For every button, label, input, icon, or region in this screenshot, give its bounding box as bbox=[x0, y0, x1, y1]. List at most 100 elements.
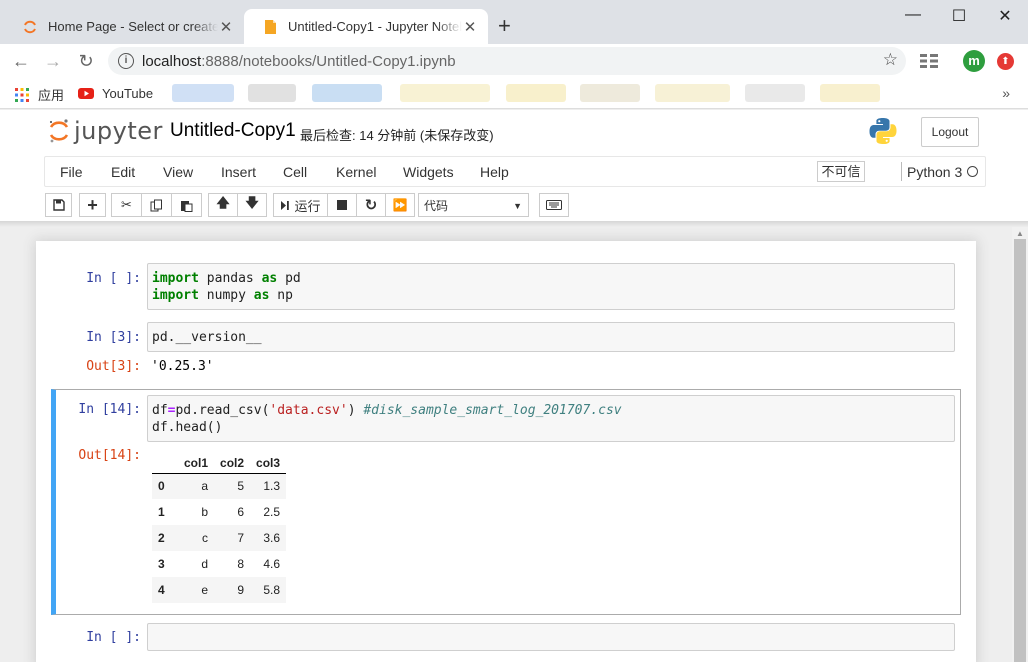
forward-icon[interactable]: → bbox=[42, 50, 64, 72]
arrow-up-icon: 🡅 bbox=[216, 195, 230, 210]
menu-edit[interactable]: Edit bbox=[111, 164, 135, 180]
code-input[interactable]: import pandas as pd import numpy as np bbox=[147, 263, 955, 310]
menu-view[interactable]: View bbox=[163, 164, 193, 180]
scroll-up-icon[interactable]: ▲ bbox=[1016, 229, 1024, 238]
blurred-bookmark bbox=[248, 84, 296, 102]
insert-cell-button[interactable]: + bbox=[79, 193, 106, 217]
table-header-row: col1 col2 col3 bbox=[152, 447, 287, 474]
cell-type-select[interactable]: 代码 ▼ bbox=[418, 193, 529, 217]
code-token: import bbox=[152, 288, 199, 303]
blurred-bookmark bbox=[580, 84, 640, 102]
menu-cell[interactable]: Cell bbox=[283, 164, 307, 180]
kernel-separator bbox=[901, 162, 902, 181]
code-token: df.head() bbox=[152, 420, 223, 435]
tab-notebook[interactable]: Untitled-Copy1 - Jupyter Notebook ✕ bbox=[244, 9, 488, 44]
caret-down-icon: ▼ bbox=[513, 201, 522, 211]
index-header bbox=[152, 447, 178, 474]
run-button[interactable]: 运行 bbox=[273, 193, 328, 217]
command-palette-button[interactable] bbox=[539, 193, 569, 217]
output-prompt: Out[3]: bbox=[86, 359, 141, 374]
table-cell: 9 bbox=[237, 583, 245, 597]
bookmark-youtube[interactable]: YouTube bbox=[78, 85, 153, 101]
maximize-icon[interactable]: ☐ bbox=[944, 6, 974, 26]
paste-button[interactable] bbox=[171, 193, 202, 217]
cut-button[interactable]: ✂ bbox=[111, 193, 142, 217]
table-cell: b bbox=[201, 505, 209, 519]
bookmark-star-icon[interactable]: ☆ bbox=[883, 50, 898, 70]
jupyter-logo-icon bbox=[49, 119, 69, 143]
scissors-icon: ✂ bbox=[121, 197, 132, 212]
move-up-button[interactable]: 🡅 bbox=[208, 193, 238, 217]
table-cell: c bbox=[202, 531, 209, 545]
table-cell: 1.3 bbox=[263, 479, 281, 494]
blurred-bookmark bbox=[655, 84, 730, 102]
table-row: 2 c 7 3.6 bbox=[152, 525, 287, 551]
bookmark-apps[interactable]: 应用 bbox=[14, 85, 64, 104]
tab-title: Home Page - Select or create a notebook bbox=[48, 19, 218, 34]
blurred-bookmark bbox=[172, 84, 234, 102]
bookmark-label: YouTube bbox=[102, 85, 154, 101]
extension-grid-icon[interactable] bbox=[920, 54, 938, 68]
youtube-icon bbox=[78, 88, 94, 99]
move-down-button[interactable]: 🡇 bbox=[237, 193, 267, 217]
close-window-icon[interactable]: ✕ bbox=[990, 6, 1020, 26]
restart-run-all-button[interactable]: ⏩ bbox=[385, 193, 415, 217]
row-index: 1 bbox=[158, 505, 165, 519]
table-cell: 5 bbox=[237, 479, 245, 494]
more-bookmarks-icon[interactable]: » bbox=[1002, 85, 1010, 101]
kernel-name: Python 3 bbox=[907, 164, 963, 180]
bookmark-label: 应用 bbox=[38, 88, 65, 103]
jupyter-favicon-icon bbox=[24, 20, 36, 33]
extension-icon[interactable]: ⬆ bbox=[997, 53, 1014, 70]
reload-icon[interactable]: ↻ bbox=[75, 50, 97, 72]
profile-avatar[interactable]: m bbox=[963, 50, 985, 72]
table-cell: 3.6 bbox=[263, 531, 281, 545]
new-tab-icon[interactable]: + bbox=[498, 14, 511, 38]
code-input[interactable] bbox=[147, 623, 955, 651]
menu-insert[interactable]: Insert bbox=[221, 164, 256, 180]
row-index: 3 bbox=[158, 557, 165, 571]
input-prompt: In [ ]: bbox=[86, 630, 141, 645]
output-prompt: Out[14]: bbox=[78, 448, 141, 463]
menu-help[interactable]: Help bbox=[480, 164, 509, 180]
arrow-down-icon: 🡇 bbox=[245, 195, 259, 210]
run-label: 运行 bbox=[294, 198, 321, 214]
menu-kernel[interactable]: Kernel bbox=[336, 164, 376, 180]
jupyter-wordmark: jupyter bbox=[74, 117, 163, 145]
save-button[interactable] bbox=[45, 193, 72, 217]
table-row: 3 d 8 4.6 bbox=[152, 551, 286, 577]
jupyter-logo[interactable]: jupyter bbox=[48, 117, 163, 145]
dataframe-table: col1 col2 col3 0 a 5 1.3 1 b 6 2.5 2 c 7 3.6 3 d 8 4.6 4… bbox=[152, 447, 287, 603]
table-cell: d bbox=[201, 557, 209, 571]
minimize-icon[interactable]: — bbox=[898, 6, 928, 24]
checkpoint-status: 最后检查: 14 分钟前 (未保存改变) bbox=[300, 128, 494, 143]
scrollbar[interactable]: ▲ bbox=[1012, 227, 1028, 662]
table-row: 1 b 6 2.5 bbox=[152, 499, 286, 525]
site-info-icon[interactable]: i bbox=[118, 53, 134, 69]
code-token: ) bbox=[347, 403, 364, 418]
interrupt-button[interactable] bbox=[327, 193, 357, 217]
copy-button[interactable] bbox=[141, 193, 172, 217]
menu-widgets[interactable]: Widgets bbox=[403, 164, 454, 180]
table-cell: 4.6 bbox=[263, 557, 281, 571]
blurred-bookmark bbox=[745, 84, 805, 102]
scrollbar-thumb[interactable] bbox=[1014, 239, 1026, 662]
restart-button[interactable]: ↻ bbox=[356, 193, 386, 217]
notebook-title[interactable]: Untitled-Copy1 bbox=[170, 120, 296, 142]
tab-title: Untitled-Copy1 - Jupyter Notebook bbox=[288, 19, 462, 34]
tab-home-page[interactable]: Home Page - Select or create a notebook … bbox=[4, 9, 244, 44]
close-tab-icon[interactable]: ✕ bbox=[218, 18, 234, 36]
close-tab-icon[interactable]: ✕ bbox=[462, 18, 478, 36]
restart-icon: ↻ bbox=[364, 197, 378, 214]
step-forward-icon bbox=[281, 200, 290, 210]
code-token: numpy bbox=[198, 288, 254, 303]
menu-file[interactable]: File bbox=[60, 164, 83, 180]
code-token: pd.read_csv( bbox=[175, 403, 270, 418]
back-icon[interactable]: ← bbox=[10, 50, 32, 72]
code-input[interactable]: df=pd.read_csv('data.csv') #disk_sample_… bbox=[147, 395, 955, 442]
code-input[interactable]: pd.__version__ bbox=[147, 322, 955, 352]
cell-type-value: 代码 bbox=[424, 199, 449, 213]
trusted-indicator[interactable]: 不可信 bbox=[817, 161, 865, 182]
logout-button[interactable]: Logout bbox=[921, 117, 979, 147]
address-bar[interactable]: i localhost:8888/notebooks/Untitled-Copy… bbox=[108, 47, 906, 75]
